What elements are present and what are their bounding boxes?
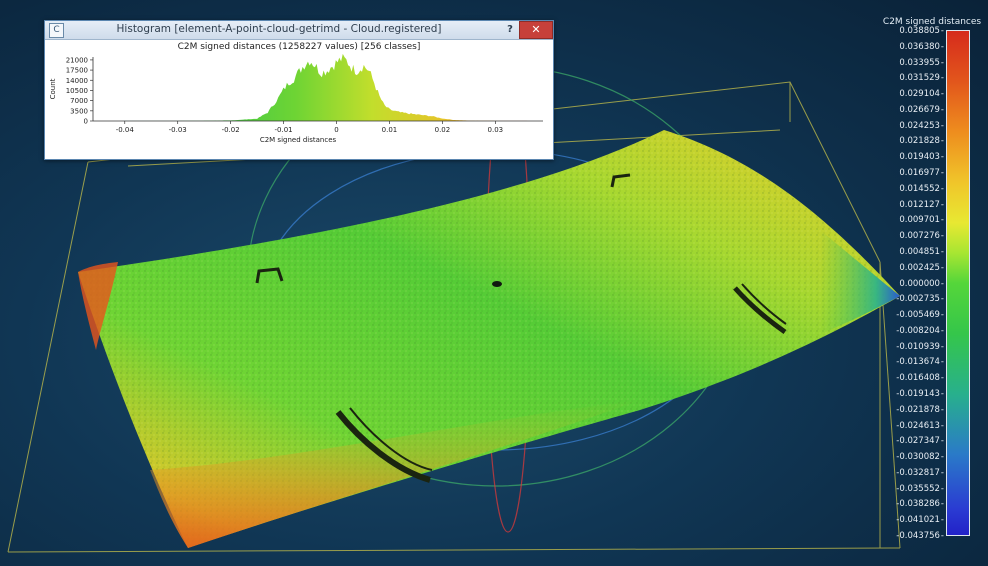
x-tick-label: 0 — [334, 126, 338, 134]
x-axis-ticks: -0.04 -0.03 -0.02 -0.01 0 0.01 0.02 0.03 — [116, 121, 503, 134]
color-scale-label: -0.041021 — [896, 515, 944, 525]
x-tick-label: 0.01 — [382, 126, 398, 134]
color-scale-label: -0.024613 — [896, 421, 944, 431]
color-scale-label: 0.014552 — [899, 184, 944, 194]
x-tick-label: -0.01 — [275, 126, 293, 134]
x-axis-label: C2M signed distances — [260, 136, 337, 144]
histogram-area — [93, 53, 543, 121]
x-tick-label: -0.03 — [169, 126, 187, 134]
histogram-window-title: Histogram [element-A-point-cloud-getrimd… — [116, 23, 442, 35]
histogram-chart[interactable]: 0 3500 7000 10500 14000 17500 21000 -0.04 -0.03… — [45, 53, 553, 157]
color-scale-label: -0.027347 — [896, 436, 944, 446]
color-scale-label: -0.038286 — [896, 499, 944, 509]
y-axis-label: Count — [49, 78, 57, 99]
color-scale-label: 0.016977 — [899, 168, 944, 178]
color-scale-label: 0.000000 — [899, 279, 944, 289]
color-scale-label: 0.029104 — [899, 89, 944, 99]
color-scale-label: 0.019403 — [899, 152, 944, 162]
color-scale-labels: 0.038805 0.036380 0.033955 0.031529 0.029104… — [884, 26, 944, 541]
color-scale-label: -0.013674 — [896, 357, 944, 367]
color-scale-label: 0.031529 — [899, 73, 944, 83]
y-tick-label: 14000 — [66, 77, 88, 85]
histogram-heading: C2M signed distances (1258227 values) [2… — [177, 42, 421, 52]
y-tick-label: 3500 — [70, 107, 88, 115]
color-scale-label: -0.002735 — [896, 294, 944, 304]
close-button[interactable]: ✕ — [519, 21, 553, 39]
color-scale-label: -0.016408 — [896, 373, 944, 383]
y-tick-label: 17500 — [66, 67, 88, 75]
color-scale-label: -0.035552 — [896, 484, 944, 494]
color-scale-label: -0.021878 — [896, 405, 944, 415]
color-scale-label: -0.043756 — [896, 531, 944, 541]
color-scale-label: -0.010939 — [896, 342, 944, 352]
color-scale-label: -0.005469 — [896, 310, 944, 320]
y-tick-label: 21000 — [66, 56, 88, 64]
x-tick-label: 0.03 — [488, 126, 504, 134]
histogram-window[interactable]: C Histogram [element-A-point-cloud-getri… — [44, 20, 554, 160]
color-scale-label: 0.026679 — [899, 105, 944, 115]
color-scale-label: 0.024253 — [899, 121, 944, 131]
color-scale-label: -0.019143 — [896, 389, 944, 399]
color-scale-label: -0.008204 — [896, 326, 944, 336]
color-scale-label: 0.002425 — [899, 263, 944, 273]
color-scale-label: -0.032817 — [896, 468, 944, 478]
color-scale-label: 0.012127 — [899, 200, 944, 210]
color-scale-label: 0.004851 — [899, 247, 944, 257]
app-icon: C — [49, 23, 64, 38]
y-tick-label: 7000 — [70, 97, 88, 105]
color-scale-label: 0.009701 — [899, 215, 944, 225]
color-scale-label: -0.030082 — [896, 452, 944, 462]
y-tick-label: 10500 — [66, 87, 88, 95]
histogram-titlebar[interactable]: C Histogram [element-A-point-cloud-getri… — [45, 21, 553, 40]
help-button[interactable]: ? — [503, 23, 517, 37]
color-scale-label: 0.033955 — [899, 58, 944, 68]
color-scale-bar — [946, 30, 970, 536]
x-tick-label: -0.02 — [222, 126, 240, 134]
color-scale-label: 0.036380 — [899, 42, 944, 52]
color-scale-label: 0.021828 — [899, 136, 944, 146]
x-tick-label: -0.04 — [116, 126, 135, 134]
color-scale-label: 0.007276 — [899, 231, 944, 241]
y-axis-ticks: 0 3500 7000 10500 14000 17500 21000 — [66, 56, 93, 126]
x-tick-label: 0.02 — [435, 126, 451, 134]
color-scale-label: 0.038805 — [899, 26, 944, 36]
y-tick-label: 0 — [84, 118, 88, 126]
